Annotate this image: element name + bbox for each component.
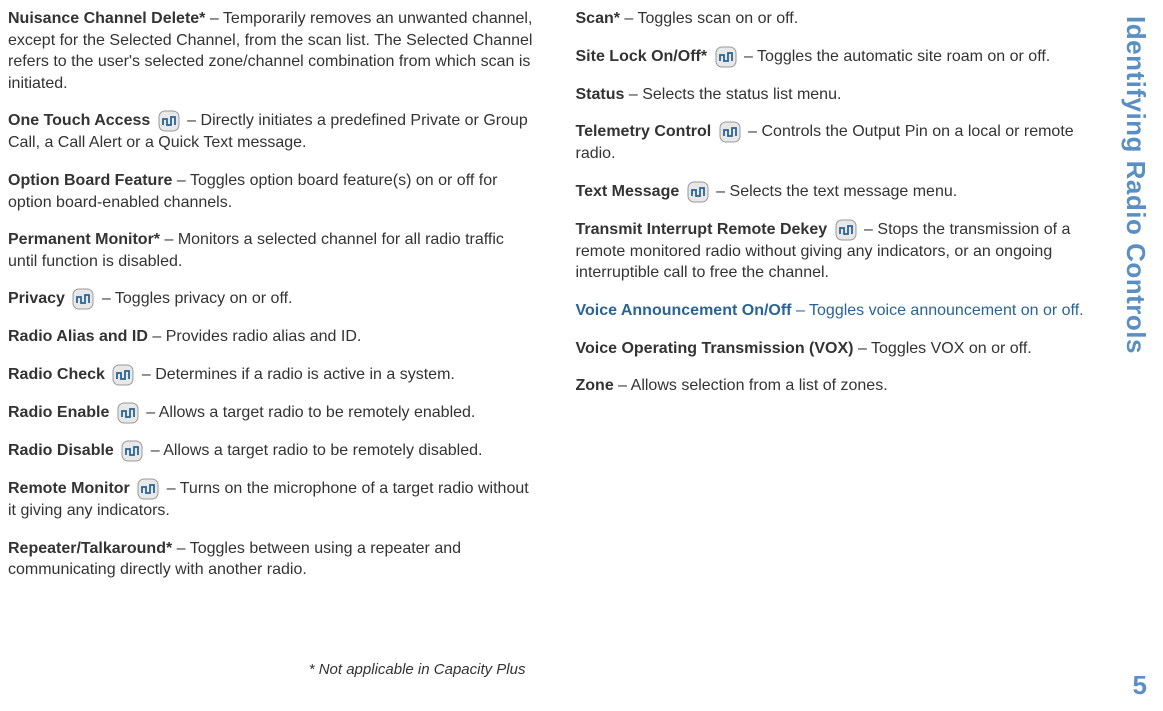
term: Telemetry Control [576, 123, 712, 140]
separator-dash: – [744, 48, 753, 65]
description: Allows a target radio to be remotely ena… [159, 404, 476, 421]
definition-entry: Radio Enable – Allows a target radio to … [8, 402, 536, 424]
separator-dash: – [177, 172, 186, 189]
term: Repeater/Talkaround* [8, 540, 172, 557]
definition-entry: Site Lock On/Off* – Toggles the automati… [576, 46, 1104, 68]
description: Toggles voice announcement on or off. [809, 302, 1084, 319]
definition-entry: Radio Alias and ID – Provides radio alia… [8, 326, 536, 348]
separator-dash: – [177, 540, 186, 557]
digital-icon [117, 402, 139, 424]
separator-dash: – [748, 123, 757, 140]
definition-entry: Option Board Feature – Toggles option bo… [8, 170, 536, 213]
description: Toggles scan on or off. [637, 10, 798, 27]
separator-dash: – [102, 291, 111, 308]
digital-icon [158, 110, 180, 132]
description: Selects the status list menu. [642, 86, 841, 103]
description: Determines if a radio is active in a sys… [155, 366, 455, 383]
right-column: Scan* – Toggles scan on or off. Site Lock… [576, 8, 1104, 678]
separator-dash: – [858, 340, 867, 357]
digital-icon [835, 219, 857, 241]
term: Nuisance Channel Delete* [8, 10, 205, 27]
term: Option Board Feature [8, 172, 172, 189]
term: Radio Enable [8, 404, 109, 421]
term: Voice Operating Transmission (VOX) [576, 340, 854, 357]
definition-entry: Scan* – Toggles scan on or off. [576, 8, 1104, 30]
term: Radio Check [8, 366, 105, 383]
separator-dash: – [152, 328, 161, 345]
term: Permanent Monitor* [8, 231, 160, 248]
separator-dash: – [164, 231, 173, 248]
definition-entry: Status – Selects the status list menu. [576, 84, 1104, 106]
description: Toggles the automatic site roam on or of… [757, 48, 1050, 65]
separator-dash: – [167, 480, 176, 497]
digital-icon [719, 121, 741, 143]
definition-entry: Remote Monitor – Turns on the microphone… [8, 478, 536, 522]
description: Selects the text message menu. [730, 183, 958, 200]
digital-icon [715, 46, 737, 68]
description: Provides radio alias and ID. [166, 328, 362, 345]
definition-entry: Voice Announcement On/Off – Toggles voic… [576, 300, 1104, 322]
digital-icon [72, 288, 94, 310]
definition-entry: Permanent Monitor* – Monitors a selected… [8, 229, 536, 272]
left-column: Nuisance Channel Delete* – Temporarily r… [8, 8, 536, 678]
separator-dash: – [629, 86, 638, 103]
term: Remote Monitor [8, 480, 130, 497]
definition-entry: Radio Disable – Allows a target radio to… [8, 440, 536, 462]
digital-icon [121, 440, 143, 462]
term: Voice Announcement On/Off [576, 302, 792, 319]
separator-dash: – [146, 404, 155, 421]
description: Allows a target radio to be remotely dis… [163, 442, 482, 459]
description: Allows selection from a list of zones. [631, 377, 888, 394]
term: Radio Alias and ID [8, 328, 148, 345]
footnote: * Not applicable in Capacity Plus [8, 661, 536, 678]
definition-entry: One Touch Access – Directly initiates a … [8, 110, 536, 154]
page-number: 5 [1133, 670, 1147, 701]
term: Privacy [8, 291, 65, 308]
separator-dash: – [716, 183, 725, 200]
separator-dash: – [618, 377, 627, 394]
digital-icon [687, 181, 709, 203]
definition-entry: Transmit Interrupt Remote Dekey – Stops … [576, 219, 1104, 284]
term: Text Message [576, 183, 680, 200]
term: Status [576, 86, 625, 103]
description: Toggles privacy on or off. [115, 291, 293, 308]
definition-entry: Repeater/Talkaround* – Toggles between u… [8, 538, 536, 581]
digital-icon [112, 364, 134, 386]
definition-entry: Radio Check – Determines if a radio is a… [8, 364, 536, 386]
content-columns: Nuisance Channel Delete* – Temporarily r… [8, 8, 1103, 678]
section-title-vertical: Identifying Radio Controls [1120, 16, 1151, 354]
term: Zone [576, 377, 614, 394]
digital-icon [137, 478, 159, 500]
term: One Touch Access [8, 113, 150, 130]
definition-entry: Zone – Allows selection from a list of z… [576, 375, 1104, 397]
separator-dash: – [864, 221, 873, 238]
separator-dash: – [187, 113, 196, 130]
definition-entry: Telemetry Control – Controls the Output … [576, 121, 1104, 165]
definition-entry: Text Message – Selects the text message … [576, 181, 1104, 203]
description: Toggles VOX on or off. [871, 340, 1032, 357]
term: Scan* [576, 10, 620, 27]
term: Radio Disable [8, 442, 114, 459]
term: Site Lock On/Off* [576, 48, 708, 65]
separator-dash: – [210, 10, 219, 27]
definition-entry: Voice Operating Transmission (VOX) – Tog… [576, 338, 1104, 360]
definition-entry: Nuisance Channel Delete* – Temporarily r… [8, 8, 536, 94]
separator-dash: – [142, 366, 151, 383]
term: Transmit Interrupt Remote Dekey [576, 221, 828, 238]
separator-dash: – [796, 302, 805, 319]
separator-dash: – [151, 442, 160, 459]
definition-entry: Privacy – Toggles privacy on or off. [8, 288, 536, 310]
separator-dash: – [624, 10, 633, 27]
